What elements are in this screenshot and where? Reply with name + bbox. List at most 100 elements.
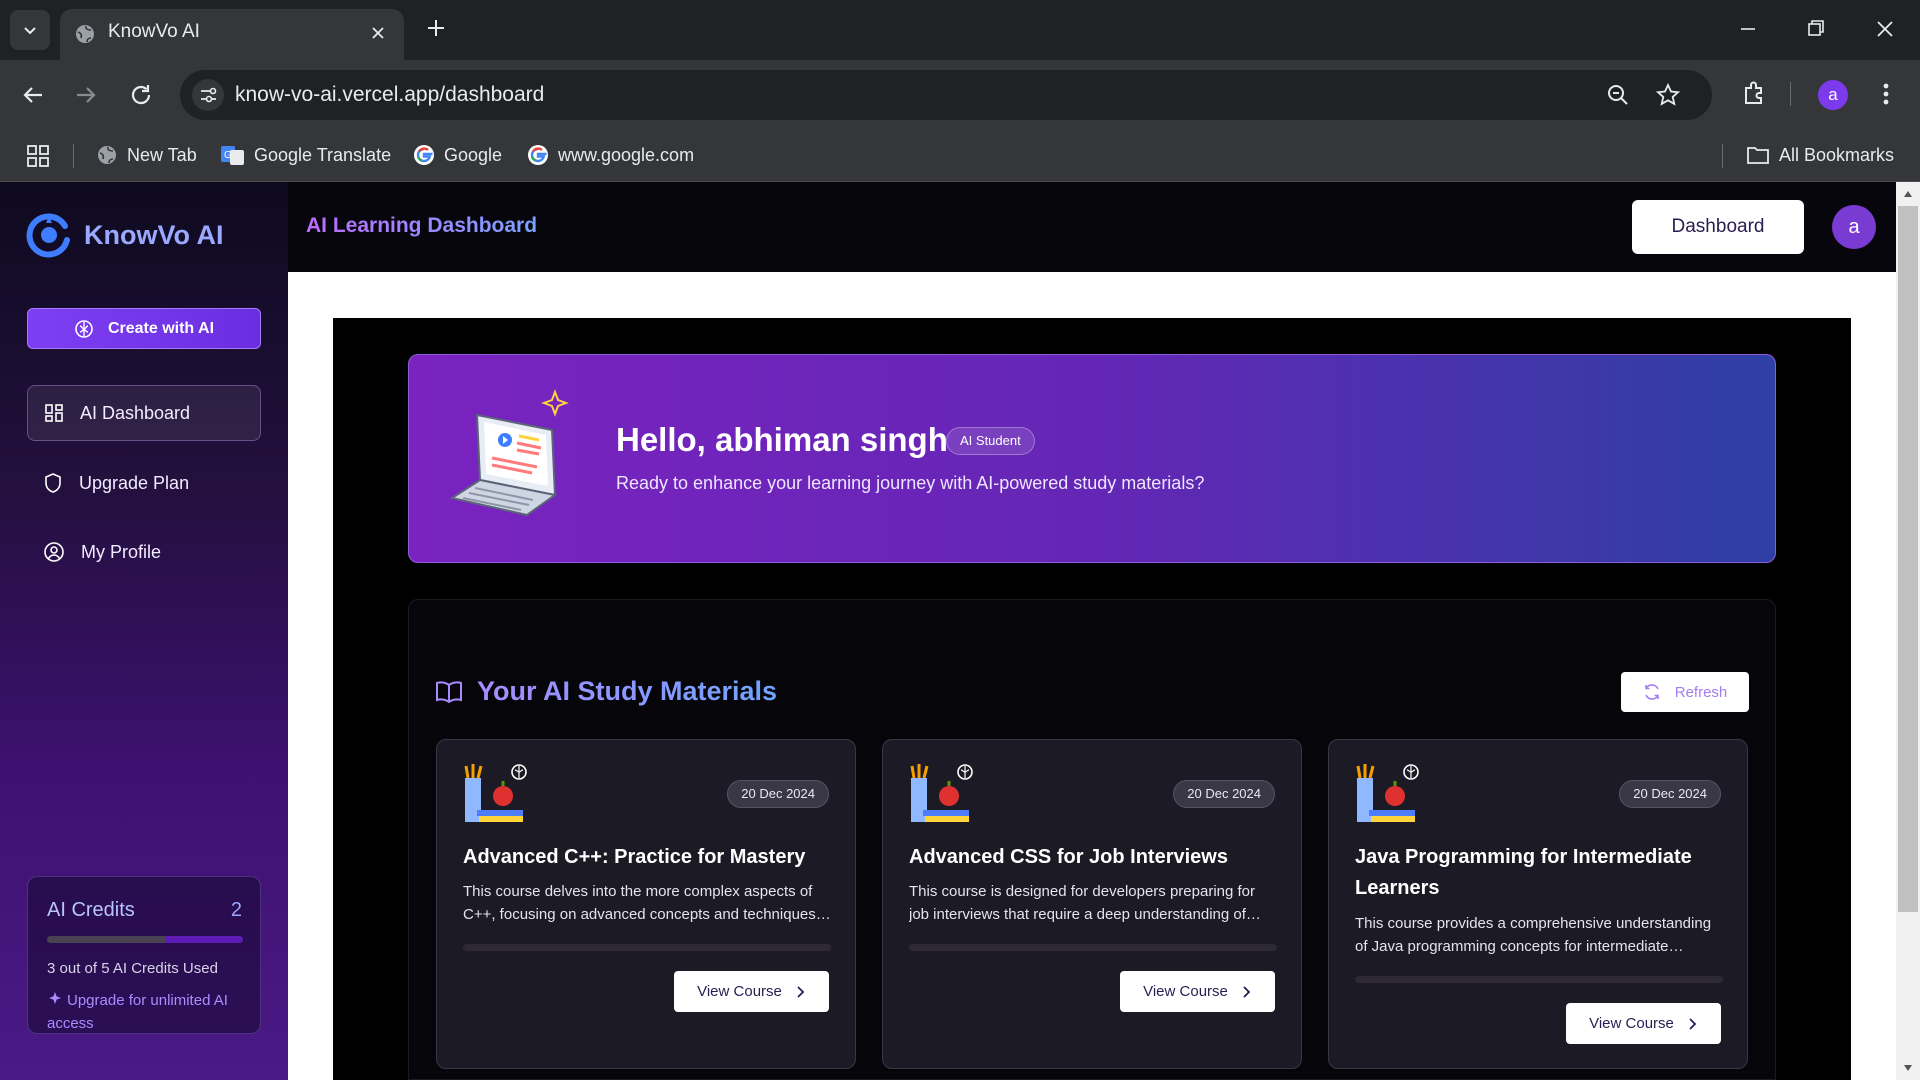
all-bookmarks[interactable]: All Bookmarks <box>1746 138 1894 172</box>
user-avatar[interactable]: a <box>1832 205 1876 249</box>
google-icon <box>527 144 549 166</box>
scroll-down-arrow-icon <box>1904 1065 1912 1071</box>
svg-text:G: G <box>224 150 232 161</box>
chevron-right-icon <box>1688 1017 1698 1031</box>
restore-icon[interactable] <box>1804 14 1828 44</box>
forward-arrow-icon[interactable] <box>73 82 99 108</box>
chevron-right-icon <box>796 985 806 999</box>
bookmark-label: Google <box>444 144 503 165</box>
create-with-ai-button[interactable]: Create with AI <box>27 308 261 349</box>
view-course-button[interactable]: View Course <box>1566 1003 1721 1044</box>
extensions-icon[interactable] <box>1740 79 1768 107</box>
bookmark-label: www.google.com <box>558 144 695 165</box>
course-description: This course provides a comprehensive und… <box>1355 915 1712 955</box>
bookmark-star-icon[interactable] <box>1655 82 1681 108</box>
reload-icon[interactable] <box>128 82 154 108</box>
dashboard-button[interactable]: Dashboard <box>1632 200 1804 254</box>
bookmarks-bar: New Tab G Google Translate Google www.go… <box>0 130 1920 182</box>
course-date-badge: 20 Dec 2024 <box>1173 780 1275 808</box>
bookmark-new-tab[interactable]: New Tab <box>96 138 197 172</box>
course-card[interactable]: 20 Dec 2024 Advanced CSS for Job Intervi… <box>882 739 1302 1069</box>
tab-title: KnowVo AI <box>108 21 200 42</box>
scrollbar-thumb[interactable] <box>1898 206 1918 912</box>
upgrade-link-label: Upgrade for unlimited AI access <box>47 992 228 1032</box>
sidebar-item-label: AI Dashboard <box>80 402 191 423</box>
browser-toolbar: know-vo-ai.vercel.app/dashboard a <box>0 60 1920 130</box>
chevron-right-icon <box>1242 985 1252 999</box>
sidebar-item-label: Upgrade Plan <box>79 472 190 493</box>
course-description: This course delves into the more complex… <box>463 883 816 923</box>
ai-credits-progress <box>47 936 243 943</box>
page-title: AI Learning Dashboard <box>306 214 538 237</box>
scroll-up-arrow-icon <box>1904 191 1912 197</box>
bookmark-label: Google Translate <box>254 144 392 165</box>
url-text[interactable]: know-vo-ai.vercel.app/dashboard <box>235 83 544 107</box>
grid-icon <box>44 403 64 423</box>
bookmark-google[interactable]: Google <box>413 138 502 172</box>
refresh-icon <box>1643 683 1661 701</box>
shield-icon <box>43 472 63 494</box>
zoom-icon[interactable] <box>1606 83 1630 107</box>
browser-profile-avatar[interactable]: a <box>1818 80 1848 110</box>
study-materials-title: Your AI Study Materials <box>477 676 778 706</box>
role-badge: AI Student <box>946 427 1035 455</box>
globe-icon <box>74 23 96 45</box>
view-course-label: View Course <box>697 983 782 1000</box>
course-progress-bar <box>1355 976 1723 983</box>
toolbar-divider <box>1790 82 1791 106</box>
chevron-down-icon <box>24 27 36 35</box>
bookmark-google-com[interactable]: www.google.com <box>527 138 694 172</box>
ai-credits-used-text: 3 out of 5 AI Credits Used <box>47 960 218 977</box>
course-title: Advanced C++: Practice for Mastery <box>463 846 806 868</box>
bookmarks-divider <box>73 144 74 168</box>
welcome-banner: Hello, abhiman singh AI Student Ready to… <box>408 354 1776 563</box>
ai-credits-count: 2 <box>230 899 242 921</box>
minimize-icon[interactable] <box>1736 14 1760 44</box>
apps-grid-icon[interactable] <box>26 144 50 168</box>
bookmark-google-translate[interactable]: G Google Translate <box>221 138 391 172</box>
refresh-label: Refresh <box>1674 683 1728 701</box>
address-bar[interactable]: know-vo-ai.vercel.app/dashboard <box>180 70 1712 120</box>
course-card[interactable]: 20 Dec 2024 Advanced C++: Practice for M… <box>436 739 856 1069</box>
brand-name: KnowVo AI <box>84 219 224 250</box>
brand-logo[interactable]: KnowVo AI <box>26 212 223 258</box>
new-tab-icon[interactable] <box>424 16 448 40</box>
sidebar: KnowVo AI Create with AI AI Dashboard Up… <box>0 182 288 1080</box>
browser-tab[interactable]: KnowVo AI <box>60 9 404 60</box>
books-apple-icon <box>909 764 973 824</box>
all-bookmarks-label: All Bookmarks <box>1779 144 1895 165</box>
view-course-button[interactable]: View Course <box>1120 971 1275 1012</box>
course-progress-bar <box>909 944 1277 951</box>
google-translate-icon: G <box>221 144 245 166</box>
view-course-label: View Course <box>1589 1015 1674 1032</box>
browser-tabstrip: KnowVo AI <box>0 0 1920 60</box>
refresh-button[interactable]: Refresh <box>1621 672 1749 712</box>
ai-credits-card: AI Credits 2 3 out of 5 AI Credits Used … <box>27 876 261 1034</box>
study-materials-heading: Your AI Study Materials <box>435 676 777 707</box>
greeting-subtitle: Ready to enhance your learning journey w… <box>616 473 1205 493</box>
site-info-icon[interactable] <box>192 79 224 111</box>
brain-icon <box>74 319 94 339</box>
close-window-icon[interactable] <box>1873 14 1897 44</box>
view-course-label: View Course <box>1143 983 1228 1000</box>
course-date-badge: 20 Dec 2024 <box>1619 780 1721 808</box>
course-card[interactable]: 20 Dec 2024 Java Programming for Interme… <box>1328 739 1748 1069</box>
more-menu-icon[interactable] <box>1876 79 1896 109</box>
books-apple-icon <box>463 764 527 824</box>
tab-search-button[interactable] <box>10 10 50 50</box>
ai-credits-progress-remaining <box>164 936 243 943</box>
greeting-text: Hello, abhiman singh <box>616 421 948 458</box>
close-tab-icon[interactable] <box>368 23 388 43</box>
view-course-button[interactable]: View Course <box>674 971 829 1012</box>
sidebar-item-upgrade-plan[interactable]: Upgrade Plan <box>27 455 261 511</box>
course-title: Advanced CSS for Job Interviews <box>909 846 1228 868</box>
back-arrow-icon[interactable] <box>20 82 46 108</box>
sidebar-item-my-profile[interactable]: My Profile <box>27 524 261 580</box>
course-date-badge: 20 Dec 2024 <box>727 780 829 808</box>
sidebar-item-label: My Profile <box>81 541 162 562</box>
bookmarks-divider <box>1722 144 1723 168</box>
upgrade-link[interactable]: Upgrade for unlimited AI access <box>47 989 247 1035</box>
laptop-illustration-icon <box>447 380 597 530</box>
course-description: This course is designed for developers p… <box>909 883 1256 923</box>
sidebar-item-ai-dashboard[interactable]: AI Dashboard <box>27 385 261 441</box>
